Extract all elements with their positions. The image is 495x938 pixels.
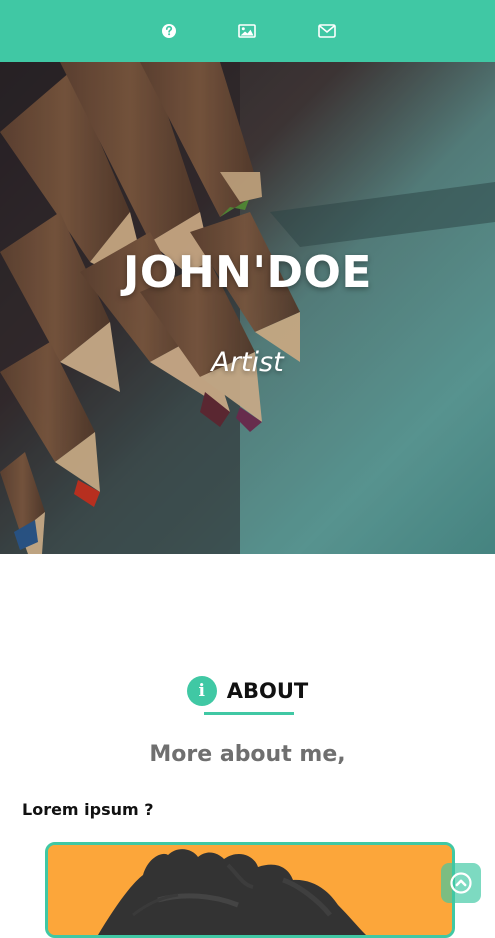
hero-subtitle: Artist [211, 347, 284, 378]
chevron-up-icon [450, 872, 472, 894]
about-underline [204, 712, 294, 715]
hero-title: JOHN'DOE [123, 247, 372, 298]
about-question: Lorem ipsum ? [22, 800, 154, 819]
image-icon [238, 24, 256, 38]
top-navbar [0, 0, 495, 62]
info-icon: i [186, 676, 217, 706]
hero-overlay [0, 62, 495, 554]
about-title: ABOUT [226, 679, 309, 703]
about-subtitle: More about me, [149, 742, 346, 767]
gallery-nav-button[interactable] [236, 20, 258, 42]
profile-image-card [45, 842, 455, 938]
avatar-illustration [48, 845, 452, 935]
envelope-icon [318, 24, 336, 38]
contact-nav-button[interactable] [316, 20, 338, 42]
question-circle-icon [162, 24, 176, 38]
about-heading: i ABOUT [0, 676, 495, 706]
help-nav-button[interactable] [158, 20, 180, 42]
scroll-to-top-button[interactable] [441, 863, 481, 903]
hero-section: JOHN'DOE Artist [0, 62, 495, 554]
